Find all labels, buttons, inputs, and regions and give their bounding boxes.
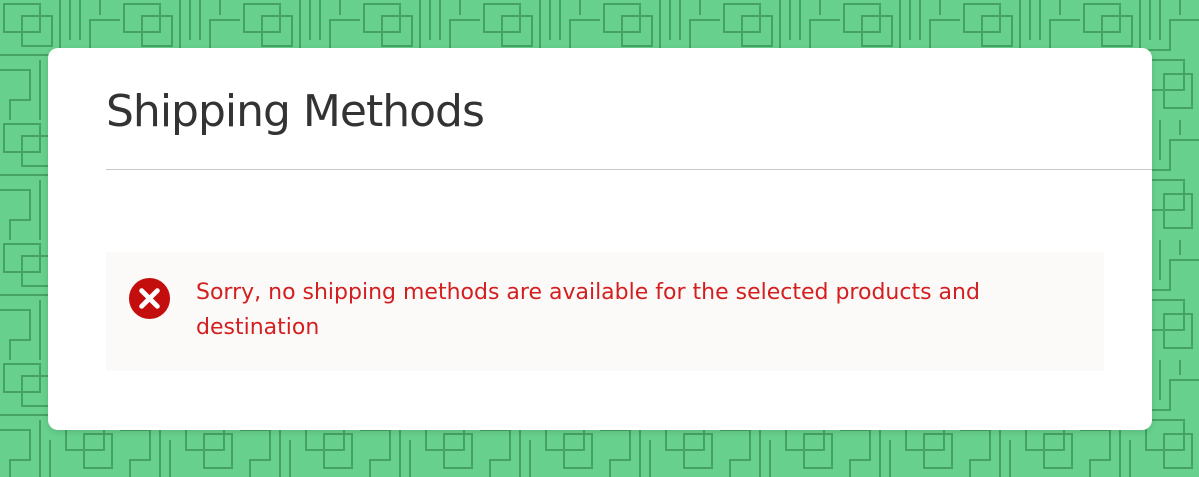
shipping-methods-panel: Shipping Methods Sorry, no shipping meth… bbox=[48, 48, 1152, 430]
error-x-circle-icon bbox=[128, 277, 171, 320]
error-message: Sorry, no shipping methods are available… bbox=[196, 280, 980, 340]
error-alert: Sorry, no shipping methods are available… bbox=[106, 252, 1104, 371]
panel-title: Shipping Methods bbox=[106, 86, 485, 137]
title-divider bbox=[106, 169, 1152, 170]
